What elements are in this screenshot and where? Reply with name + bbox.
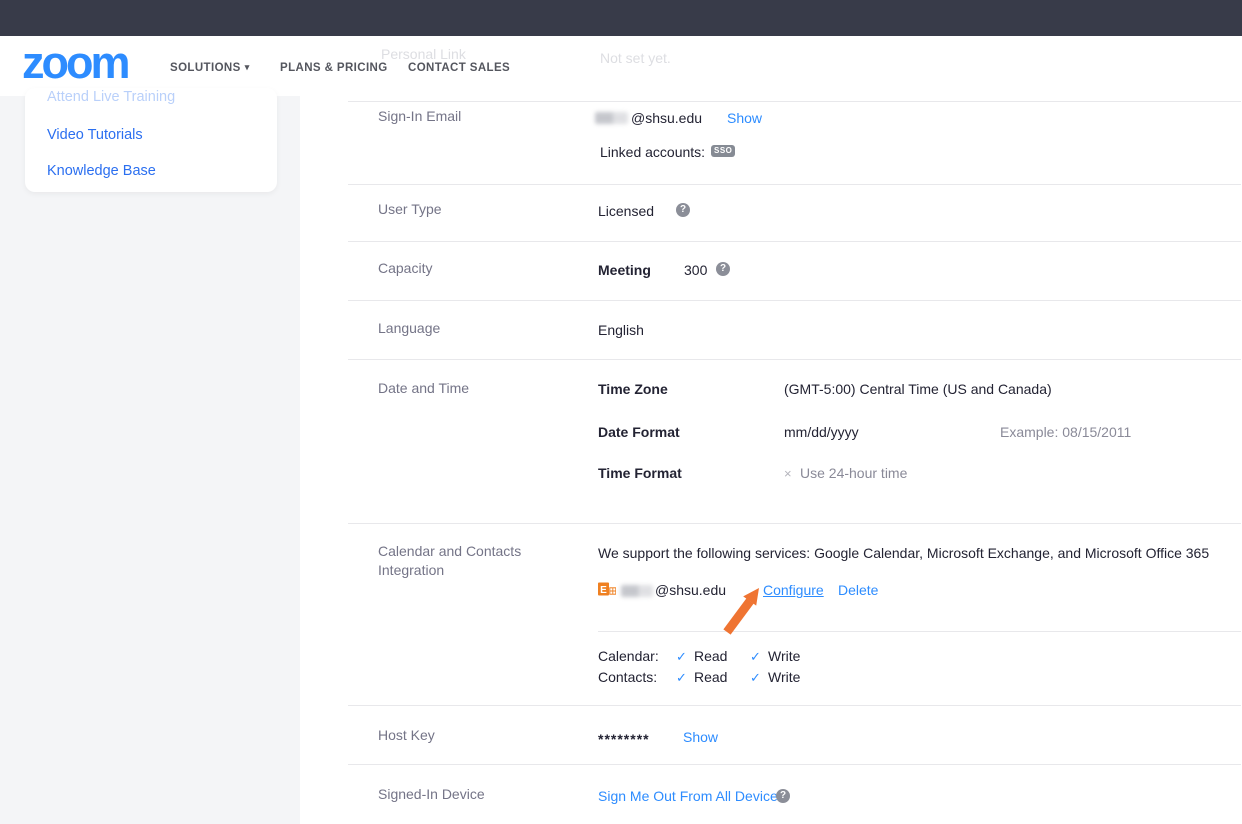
microsoft-exchange-icon: E	[598, 581, 616, 602]
date-format-label: Date Format	[598, 424, 680, 440]
divider	[348, 300, 1241, 301]
check-icon: ✓	[750, 649, 761, 665]
divider	[348, 241, 1241, 242]
contacts-write-label: Write	[768, 669, 800, 685]
time-format-value: Use 24-hour time	[800, 465, 907, 481]
nav-contact-sales[interactable]: CONTACT SALES	[408, 62, 510, 74]
host-key-masked-value: ********	[598, 731, 650, 747]
calendar-permissions-label: Calendar:	[598, 648, 659, 664]
time-zone-label: Time Zone	[598, 381, 668, 397]
ghost-personal-link-value: Not set yet.	[600, 50, 671, 66]
svg-text:E: E	[600, 585, 607, 596]
divider	[348, 184, 1241, 185]
help-icon[interactable]: ?	[716, 262, 730, 276]
capacity-label: Capacity	[378, 259, 432, 278]
divider	[348, 764, 1241, 765]
sso-badge: SSO	[711, 145, 735, 157]
host-key-label: Host Key	[378, 726, 435, 745]
time-format-label: Time Format	[598, 465, 682, 481]
annotation-arrow-icon	[707, 580, 769, 645]
divider	[348, 101, 1241, 102]
sidebar-item-knowledge-base[interactable]: Knowledge Base	[47, 163, 156, 179]
sidebar-item-video-tutorials[interactable]: Video Tutorials	[47, 127, 143, 143]
configure-link[interactable]: Configure	[763, 582, 824, 598]
calendar-read-label: Read	[694, 648, 727, 664]
sign-in-email-value: @shsu.edu	[631, 110, 702, 126]
help-icon[interactable]: ?	[676, 203, 690, 217]
linked-accounts-label: Linked accounts:	[600, 144, 705, 160]
zoom-logo[interactable]: zoom	[22, 40, 128, 85]
help-icon[interactable]: ?	[776, 789, 790, 803]
top-dark-bar	[0, 0, 1242, 36]
divider	[348, 359, 1241, 360]
capacity-meeting-value: 300	[684, 262, 707, 278]
language-label: Language	[378, 319, 440, 338]
check-icon: ✓	[676, 649, 687, 665]
date-format-value: mm/dd/yyyy	[784, 424, 859, 440]
contacts-permissions-label: Contacts:	[598, 669, 657, 685]
redacted-calendar-email-name	[621, 585, 653, 597]
capacity-meeting-label: Meeting	[598, 262, 651, 278]
chevron-down-icon: ▾	[245, 62, 250, 72]
unchecked-icon: ×	[784, 466, 792, 481]
date-format-example: Example: 08/15/2011	[1000, 424, 1131, 440]
language-value: English	[598, 322, 644, 338]
contacts-read-label: Read	[694, 669, 727, 685]
check-icon: ✓	[676, 670, 687, 686]
user-type-label: User Type	[378, 200, 442, 219]
zoom-profile-page: Personal Link Not set yet. zoom SOLUTION…	[0, 0, 1242, 824]
date-and-time-label: Date and Time	[378, 379, 469, 398]
nav-plans-pricing[interactable]: PLANS & PRICING	[280, 62, 388, 74]
nav-solutions[interactable]: SOLUTIONS▾	[170, 62, 250, 74]
signed-in-device-label: Signed-In Device	[378, 785, 485, 804]
show-email-link[interactable]: Show	[727, 110, 762, 126]
sidebar-background	[0, 96, 300, 824]
user-type-value: Licensed	[598, 203, 654, 219]
time-zone-value: (GMT-5:00) Central Time (US and Canada)	[784, 381, 1052, 397]
calendar-integration-label: Calendar and Contacts Integration	[378, 542, 538, 580]
sidebar-item-attend-live-training[interactable]: Attend Live Training	[47, 89, 175, 105]
show-host-key-link[interactable]: Show	[683, 729, 718, 745]
divider	[348, 705, 1241, 706]
ghost-personal-link-label: Personal Link	[381, 46, 466, 62]
divider	[598, 631, 1241, 632]
sign-out-all-devices-link[interactable]: Sign Me Out From All Devices	[598, 788, 785, 804]
sign-in-email-label: Sign-In Email	[378, 107, 461, 126]
calendar-write-label: Write	[768, 648, 800, 664]
calendar-integration-description: We support the following services: Googl…	[598, 545, 1209, 561]
redacted-email-name	[595, 112, 628, 124]
check-icon: ✓	[750, 670, 761, 686]
divider	[348, 523, 1241, 524]
delete-link[interactable]: Delete	[838, 582, 878, 598]
